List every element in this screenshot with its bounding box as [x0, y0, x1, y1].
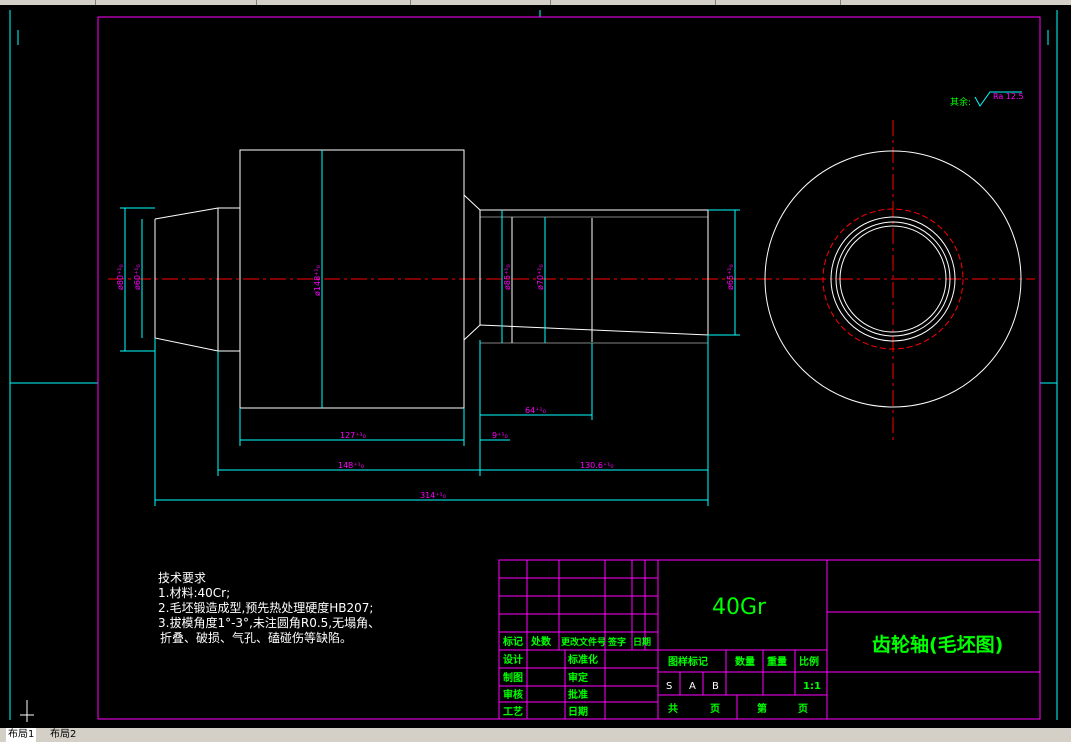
dim-d148: ø148⁺¹₀ [313, 265, 322, 296]
rev-header: 日期 [633, 636, 651, 648]
tech-req-line: 2.毛坯锻造成型,预先热处理硬度HB207; [158, 600, 373, 615]
stage-header: 重量 [767, 655, 787, 668]
role2-label: 标准化 [567, 653, 598, 666]
stage-mark-a: A [689, 681, 696, 692]
role2-label: 日期 [568, 705, 588, 718]
dim-d65: ø65⁺¹₀ [726, 264, 735, 290]
sheet-total: 共 [668, 702, 678, 715]
cad-drawing-canvas[interactable]: ø80⁺¹₀ ø60⁺¹₀ ø148⁺¹₀ ø85⁺¹₀ ø70⁺¹₀ ø65⁺… [0, 5, 1071, 728]
tech-req-line: 1.材料:40Cr; [158, 586, 230, 600]
material-value: 40Gr [712, 595, 767, 620]
dim-l314: 314⁺¹₀ [420, 491, 446, 500]
sheet-unit2: 页 [798, 703, 808, 715]
dim-l127: 127⁺¹₀ [340, 431, 366, 440]
layout-tabs: 布局1 布局2 [0, 728, 1071, 742]
part-name: 齿轮轴(毛坯图) [872, 633, 1003, 656]
sheet-no: 第 [757, 702, 767, 715]
role2-label: 批准 [568, 688, 588, 701]
dim-l64: 64⁺¹₀ [525, 406, 546, 415]
rev-header: 处数 [530, 635, 552, 648]
tab-layout2[interactable]: 布局2 [48, 728, 78, 742]
dim-d60: ø60⁺¹₀ [133, 264, 142, 290]
ucs-icon [20, 700, 34, 722]
rev-header: 签字 [607, 636, 626, 648]
role-label: 制图 [503, 671, 523, 684]
stage-mark-s: S [666, 681, 672, 692]
role-label: 审核 [503, 688, 523, 701]
dim-d70: ø70⁺¹₀ [536, 264, 545, 290]
rev-header: 标记 [502, 635, 523, 648]
stage-mark-b: B [712, 681, 719, 692]
stage-header: 比例 [799, 655, 819, 668]
sheet-unit: 页 [710, 703, 720, 715]
rev-header: 更改文件号 [561, 636, 606, 648]
dim-d85: ø85⁺¹₀ [503, 264, 512, 290]
roughness-symbol: 其余: Ra 12.5 [950, 91, 1024, 108]
stage-header: 图样标记 [668, 655, 708, 668]
tech-req-line: 折叠、破损、气孔、磕碰伤等缺陷。 [160, 630, 352, 645]
dim-l9: 9⁺¹₀ [492, 431, 508, 440]
role-label: 工艺 [503, 705, 523, 718]
role2-label: 审定 [568, 671, 588, 684]
dim-l130: 130.6⁺¹₀ [580, 461, 614, 470]
tech-req-line: 3.拔模角度1°-3°,未注圆角R0.5,无塌角、 [158, 615, 380, 630]
dim-l148: 148⁺¹₀ [338, 461, 364, 470]
dimension-lines [120, 150, 740, 506]
tech-requirements: 技术要求 1.材料:40Cr; 2.毛坯锻造成型,预先热处理硬度HB207; 3… [158, 571, 380, 645]
scale-value: 1:1 [803, 681, 821, 692]
roughness-label: 其余: [950, 96, 971, 108]
role-label: 设计 [503, 653, 523, 666]
stage-header: 数量 [735, 655, 755, 668]
dim-d80: ø80⁺¹₀ [116, 264, 125, 290]
roughness-value: Ra 12.5 [993, 92, 1024, 101]
tab-layout1[interactable]: 布局1 [6, 728, 37, 742]
tech-req-title: 技术要求 [158, 571, 206, 585]
